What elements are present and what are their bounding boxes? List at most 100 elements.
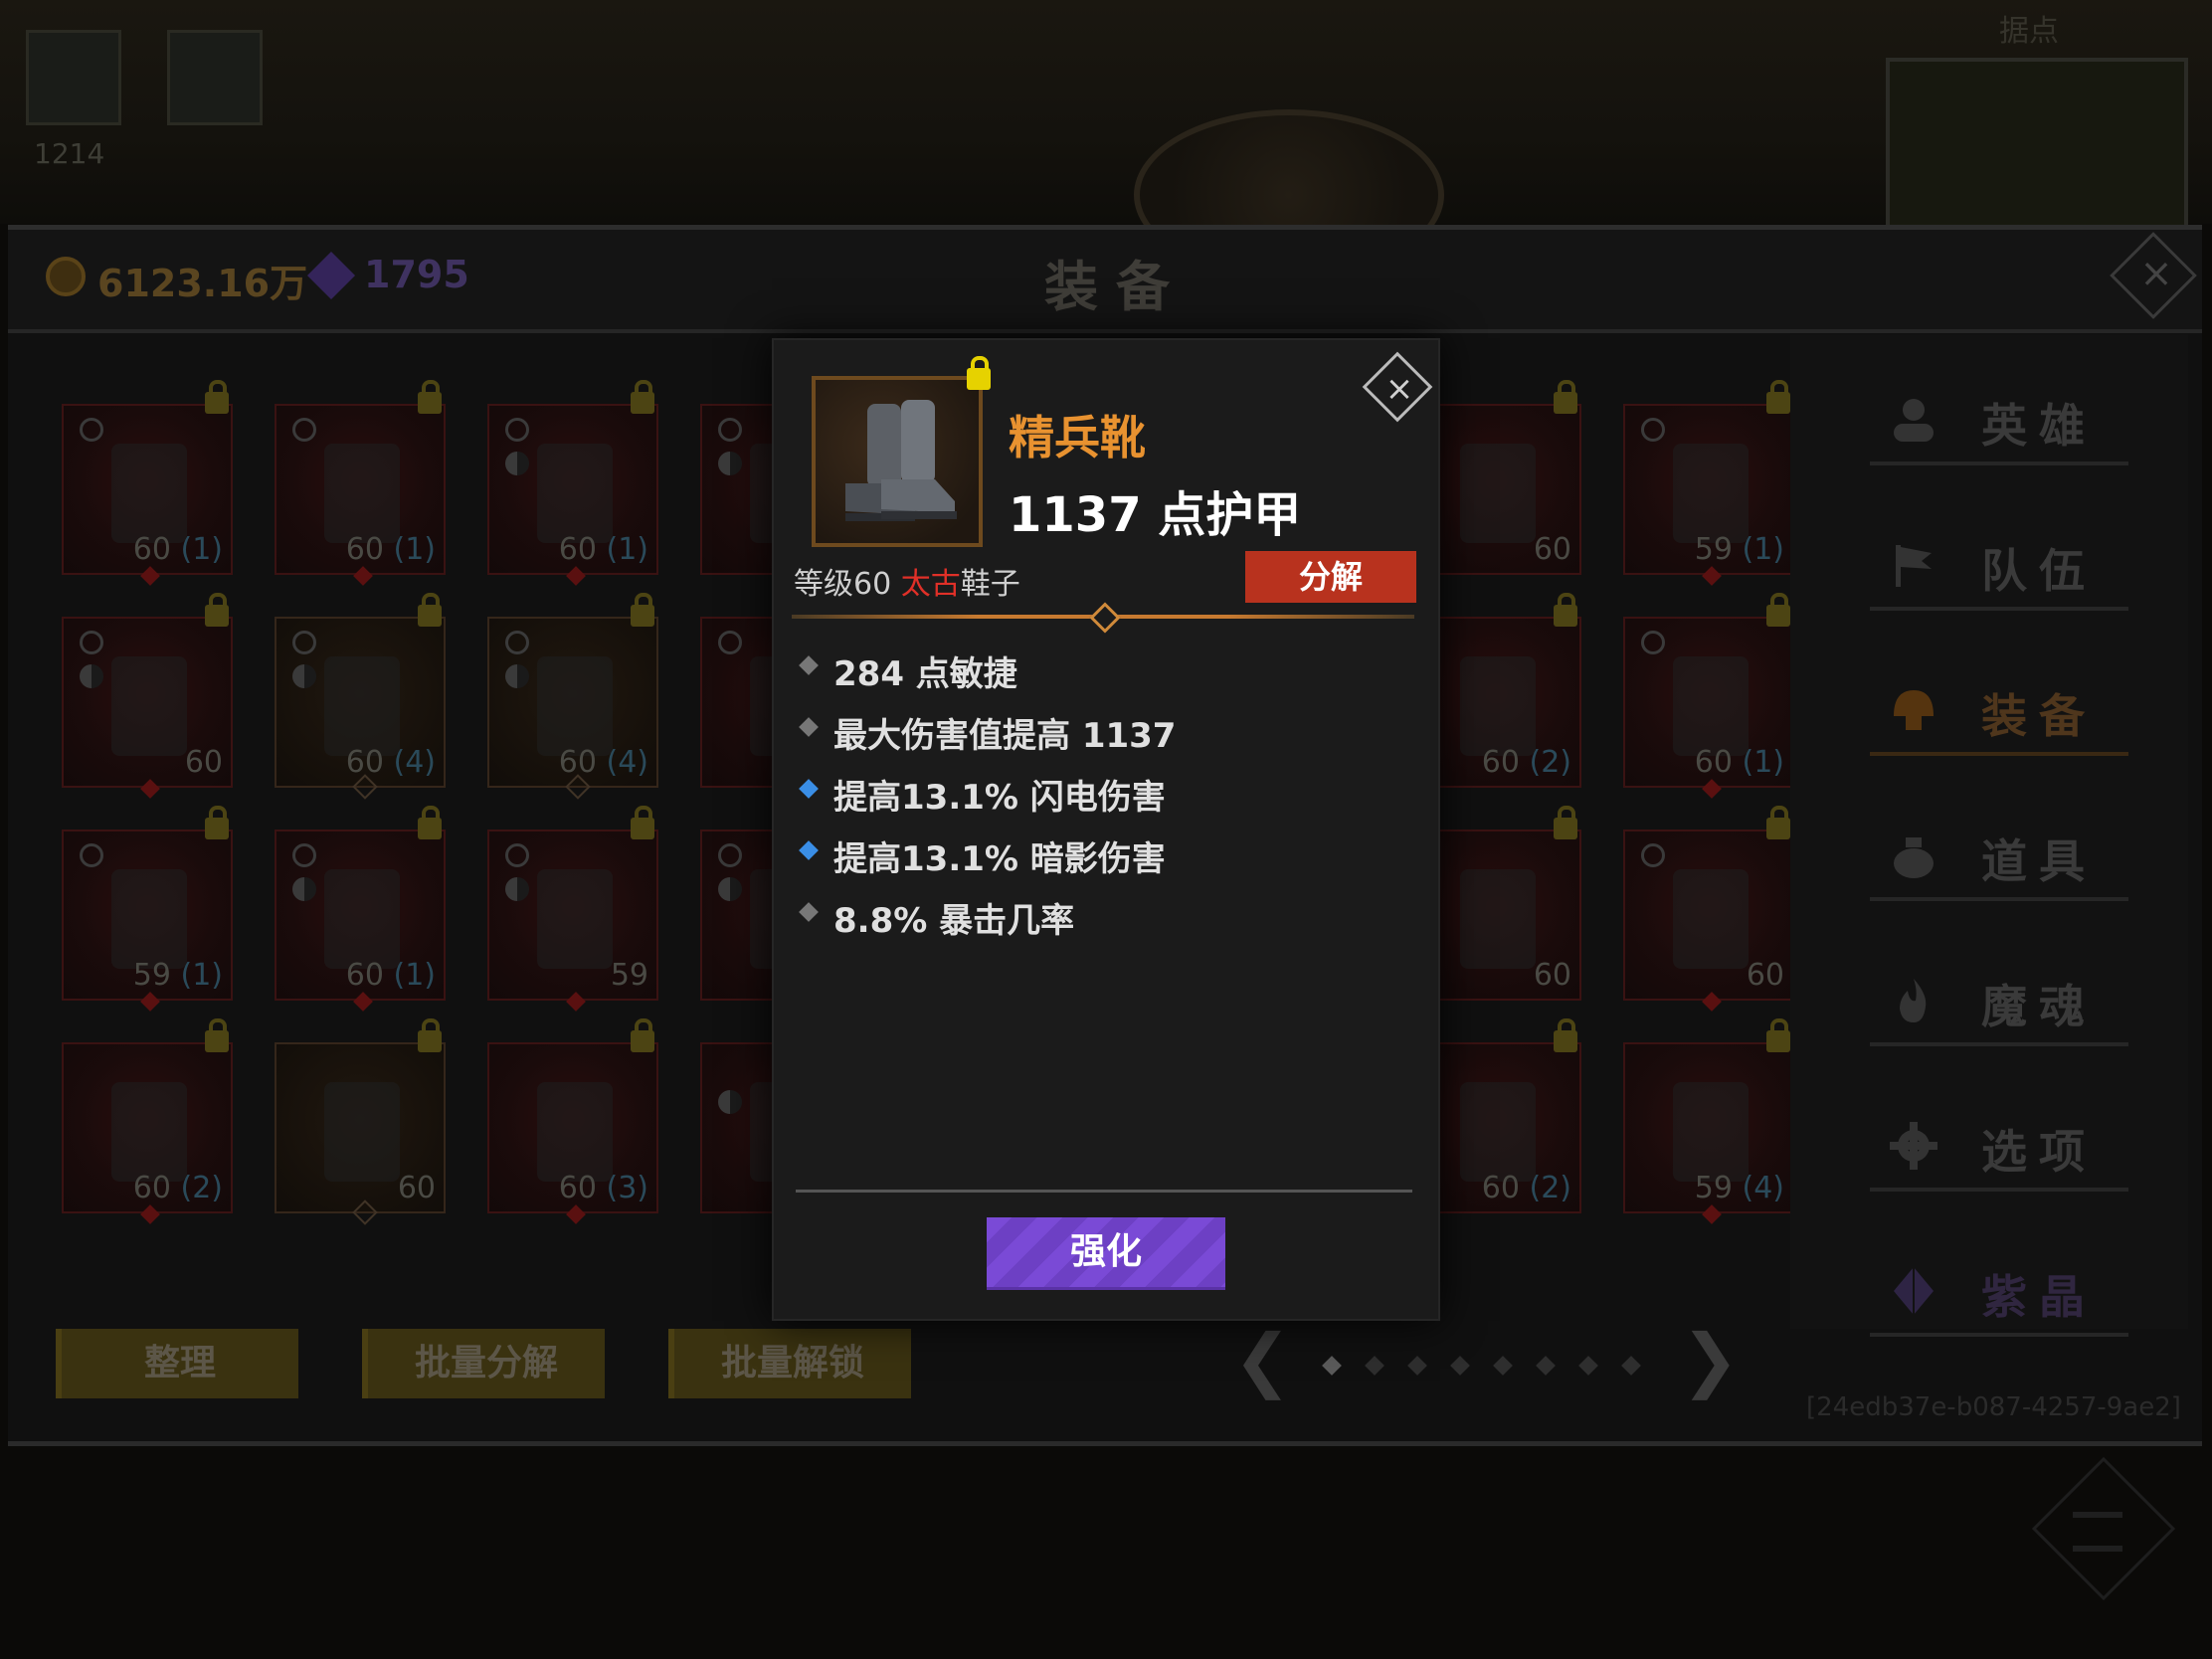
yin-yang-icon [505, 877, 529, 901]
lock-icon [205, 1018, 229, 1052]
equipment-item-icon [1673, 656, 1749, 756]
gear-icon [1888, 1122, 1939, 1170]
select-circle-icon[interactable] [1641, 418, 1665, 442]
inventory-slot[interactable]: 59 (4) [1623, 1018, 1794, 1224]
prev-page-arrow-icon[interactable]: ❮ [1233, 1319, 1292, 1400]
yin-yang-icon [80, 664, 103, 688]
select-circle-icon[interactable] [80, 843, 103, 867]
close-icon[interactable]: × [1375, 364, 1424, 414]
lock-icon[interactable] [967, 356, 991, 390]
inventory-slot[interactable]: 59 [487, 806, 658, 1012]
lock-icon [1766, 593, 1790, 627]
inventory-slot[interactable]: 60 (4) [275, 593, 446, 800]
select-circle-icon[interactable] [1641, 843, 1665, 867]
select-circle-icon[interactable] [718, 631, 742, 654]
item-level: 60 [1481, 1171, 1520, 1205]
item-level: 60 [1694, 745, 1733, 780]
item-name: 精兵靴 [1009, 411, 1146, 464]
lock-icon [418, 806, 442, 839]
inventory-slot[interactable]: 59 (1) [62, 806, 233, 1012]
item-level: 60 [1533, 958, 1571, 993]
gem-amount: 1795 [364, 253, 469, 296]
minimap[interactable] [1886, 58, 2188, 230]
tab-hero[interactable]: 英雄 [1870, 378, 2128, 465]
item-subtitle: 等级60 太古鞋子 [794, 559, 1020, 603]
slot-level: 60 [185, 745, 223, 780]
gold-amount: 6123.16万 [97, 262, 308, 305]
divider [796, 1190, 1412, 1193]
inventory-slot[interactable]: 59 (1) [1623, 380, 1794, 586]
inventory-slot[interactable]: 60 (4) [487, 593, 658, 800]
inventory-slot[interactable]: 60 (2) [62, 1018, 233, 1224]
inventory-slot[interactable]: 60 [275, 1018, 446, 1225]
lock-icon [631, 806, 654, 839]
slot-level: 59 [611, 958, 648, 993]
select-circle-icon[interactable] [292, 418, 316, 442]
lock-icon [205, 380, 229, 414]
lock-icon [631, 1018, 654, 1052]
stat-text: 8.8% 暴击几率 [833, 901, 1075, 941]
item-level: 60 [1533, 532, 1571, 567]
batch-decompose-button[interactable]: 批量分解 [362, 1329, 605, 1398]
tab-flame[interactable]: 魔魂 [1870, 959, 2128, 1046]
stat-text: 提高13.1% 闪电伤害 [833, 778, 1166, 818]
select-circle-icon[interactable] [505, 418, 529, 442]
inventory-slot[interactable]: 60 (1) [1623, 593, 1794, 799]
item-level: 59 [132, 958, 171, 993]
inventory-slot[interactable]: 60 (1) [275, 806, 446, 1012]
select-circle-icon[interactable] [292, 631, 316, 654]
equipment-item-icon [537, 656, 613, 756]
lock-icon [1554, 593, 1577, 627]
lock-icon [1766, 380, 1790, 414]
next-page-arrow-icon[interactable]: ❯ [1681, 1319, 1740, 1400]
tab-helmet[interactable]: 装备 [1870, 668, 2128, 756]
decompose-button[interactable]: 分解 [1245, 551, 1416, 603]
slot-level: 60 [398, 1171, 436, 1205]
select-circle-icon[interactable] [1641, 631, 1665, 654]
inventory-slot[interactable]: 60 [62, 593, 233, 799]
item-type: 鞋子 [960, 567, 1020, 602]
equipment-item-icon [537, 869, 613, 969]
inventory-slot[interactable]: 60 [1623, 806, 1794, 1012]
quick-slot-2[interactable] [167, 30, 263, 125]
select-circle-icon[interactable] [292, 843, 316, 867]
yin-yang-icon [505, 664, 529, 688]
bag-icon [1888, 831, 1939, 879]
batch-unlock-button[interactable]: 批量解锁 [668, 1329, 911, 1398]
inventory-slot[interactable]: 60 (1) [275, 380, 446, 586]
tab-gear[interactable]: 选项 [1870, 1104, 2128, 1192]
sort-button[interactable]: 整理 [56, 1329, 298, 1398]
strengthen-button[interactable]: 强化 [987, 1217, 1225, 1290]
yin-yang-icon [718, 1090, 742, 1114]
inventory-slot[interactable]: 60 (1) [487, 380, 658, 586]
select-circle-icon[interactable] [80, 631, 103, 654]
tab-label: 队伍 [1981, 544, 2097, 598]
tab-bag[interactable]: 道具 [1870, 814, 2128, 901]
lock-icon [631, 380, 654, 414]
equipment-item-icon [111, 656, 187, 756]
select-circle-icon[interactable] [80, 418, 103, 442]
slot-level: 60 (2) [133, 1171, 223, 1205]
select-circle-icon[interactable] [505, 631, 529, 654]
gold-coin-icon [46, 257, 86, 296]
item-stack-count: (2) [1519, 1171, 1572, 1205]
item-level: 60 [558, 1171, 597, 1205]
inventory-slot[interactable]: 60 (1) [62, 380, 233, 586]
tab-crystal[interactable]: 紫晶 [1870, 1249, 2128, 1337]
item-stack-count: (3) [596, 1171, 649, 1205]
inventory-slot[interactable]: 60 (3) [487, 1018, 658, 1224]
item-level: 60 [345, 958, 384, 993]
close-icon: × [2139, 251, 2173, 296]
session-id: [24edb37e-b087-4257-9ae2] [1806, 1392, 2181, 1422]
select-circle-icon[interactable] [718, 418, 742, 442]
item-stack-count: (1) [170, 958, 224, 993]
slot-level: 60 (1) [346, 958, 436, 993]
tab-flag[interactable]: 队伍 [1870, 523, 2128, 611]
slot-level: 60 (2) [1482, 1171, 1571, 1205]
lock-icon [1554, 1018, 1577, 1052]
select-circle-icon[interactable] [505, 843, 529, 867]
select-circle-icon[interactable] [718, 843, 742, 867]
quick-slot-1[interactable] [26, 30, 121, 125]
lock-icon [1554, 806, 1577, 839]
tab-label: 紫晶 [1981, 1270, 2097, 1324]
